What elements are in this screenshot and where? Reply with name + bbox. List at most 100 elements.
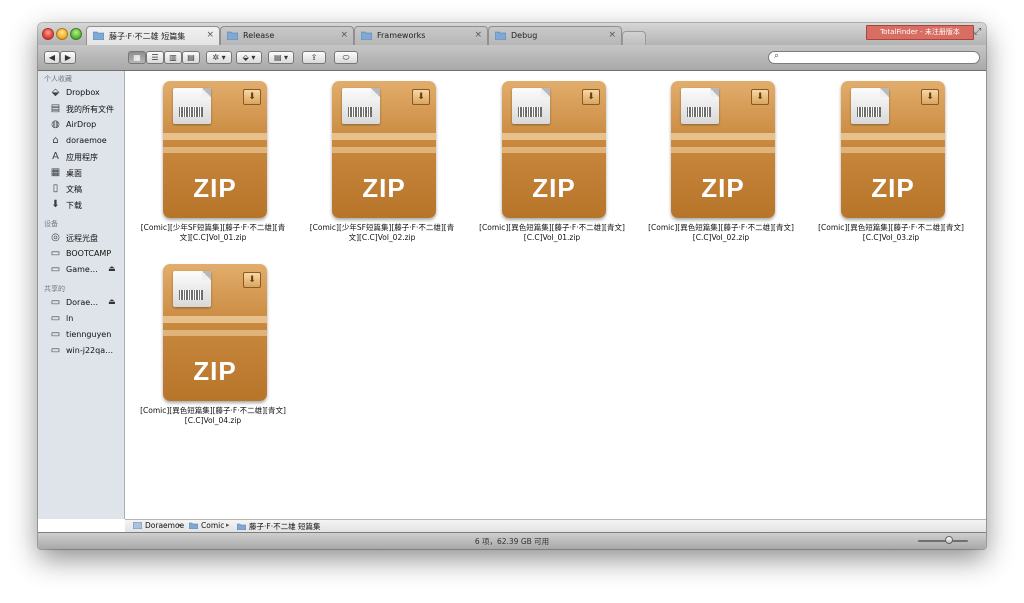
forward-button[interactable]: ▶ [60, 51, 76, 64]
tab-release[interactable]: Release × [220, 26, 354, 45]
icon-size-slider-knob[interactable] [945, 536, 953, 544]
file-item[interactable]: ⬇ ZIP [Comic][少年SF短篇集][藤子·F·不二雄][青 文][C.C… [297, 71, 467, 242]
download-icon: ⬇ [751, 89, 769, 105]
download-icon: ⬇ [412, 89, 430, 105]
sidebar: 个人收藏 ⬙ Dropbox ▤ 我的所有文件 ◍ AirDrop ⌂ dora… [38, 71, 125, 519]
zip-label: ZIP [532, 173, 576, 203]
computer-icon: ▭ [50, 329, 61, 340]
back-button[interactable]: ◀ [44, 51, 60, 64]
path-item-comic[interactable]: Comic [189, 521, 224, 530]
sidebar-item-desktop[interactable]: ▦ 桌面 [38, 166, 124, 181]
zip-label: ZIP [701, 173, 745, 203]
sidebar-item-tiennguyen[interactable]: ▭ tiennguyen [38, 328, 124, 343]
zip-file-icon: ⬇ ZIP [841, 81, 945, 218]
sidebar-header-shared: 共享的 [44, 285, 65, 293]
zoom-window-button[interactable] [70, 28, 82, 40]
search-input[interactable] [785, 52, 975, 63]
tags-button[interactable]: ⬭ [334, 51, 358, 64]
path-item-home[interactable]: Doraemoe [133, 521, 184, 530]
file-grid: ⬇ ZIP [Comic][少年SF短篇集][藤子·F·不二雄][青 文][C.C… [125, 71, 986, 519]
icon-view-icon[interactable]: ▦ [128, 51, 146, 64]
sidebar-item-ln[interactable]: ▭ ln [38, 312, 124, 327]
eject-icon[interactable]: ⏏ [108, 264, 116, 273]
sidebar-item-airdrop[interactable]: ◍ AirDrop [38, 118, 124, 133]
home-icon [133, 522, 142, 529]
tab-debug[interactable]: Debug × [488, 26, 622, 45]
applications-icon: A [52, 151, 59, 162]
all-files-icon: ▤ [50, 103, 61, 114]
file-name: [Comic][異色短篇集][藤子·F·不二雄][青文] [C.C]Vol_04.… [140, 406, 286, 425]
zip-file-icon: ⬇ ZIP [332, 81, 436, 218]
tab-comic-folder[interactable]: 藤子·F·不二雄 短篇集 × [86, 26, 220, 45]
sidebar-item-bootcamp[interactable]: ▭ BOOTCAMP [38, 247, 124, 262]
tab-label: 藤子·F·不二雄 短篇集 [109, 32, 186, 41]
minimize-window-button[interactable] [56, 28, 68, 40]
file-item[interactable]: ⬇ ZIP [Comic][少年SF短篇集][藤子·F·不二雄][青 文][C.C… [128, 71, 298, 242]
download-icon: ⬇ [243, 89, 261, 105]
folder-icon [361, 31, 372, 40]
eject-icon[interactable]: ⏏ [108, 297, 116, 306]
totalfinder-badge[interactable]: TotalFinder - 未注册版本 [866, 25, 974, 40]
coverflow-view-icon[interactable]: ▤ [182, 51, 200, 64]
finder-window: 藤子·F·不二雄 短篇集 × Release × Frameworks × De… [38, 23, 986, 549]
tab-frameworks[interactable]: Frameworks × [354, 26, 488, 45]
tab-label: Frameworks [377, 31, 426, 40]
file-item[interactable]: ⬇ ZIP [Comic][異色短篇集][藤子·F·不二雄][青文] [C.C]V… [806, 71, 976, 242]
icon-size-slider[interactable] [918, 540, 968, 542]
sidebar-header-favorites: 个人收藏 [44, 75, 72, 83]
close-tab-icon[interactable]: × [206, 30, 214, 40]
search-field[interactable]: ⌕ [768, 51, 980, 64]
path-separator-icon: ▸ [178, 521, 182, 529]
list-view-icon[interactable]: ☰ [146, 51, 164, 64]
computer-icon: ▭ [50, 297, 61, 308]
download-icon: ⬇ [582, 89, 600, 105]
file-item[interactable]: ⬇ ZIP [Comic][異色短篇集][藤子·F·不二雄][青文] [C.C]V… [636, 71, 806, 242]
arrange-menu-button[interactable]: ▤ ▾ [268, 51, 294, 64]
zip-file-icon: ⬇ ZIP [502, 81, 606, 218]
sidebar-item-win-j22qa[interactable]: ▭ win-j22qa… [38, 344, 124, 359]
toolbar: ◀ ▶ ▦ ☰ ▥ ▤ ✲ ▾ ⬙ ▾ ▤ ▾ ⇪ ⬭ ⌕ [38, 45, 986, 71]
path-item-current-folder[interactable]: 藤子·F·不二雄 短篇集 [237, 521, 320, 532]
folder-icon [495, 31, 506, 40]
file-name: [Comic][少年SF短篇集][藤子·F·不二雄][青 文][C.C]Vol_0… [140, 223, 286, 242]
close-tab-icon[interactable]: × [474, 30, 482, 40]
tab-label: Release [243, 31, 275, 40]
home-icon: ⌂ [52, 135, 59, 146]
drive-icon: ▭ [50, 264, 61, 275]
sidebar-item-downloads[interactable]: ⬇ 下载 [38, 198, 124, 213]
fullscreen-icon[interactable]: ⤢ [974, 27, 981, 37]
share-button[interactable]: ⇪ [302, 51, 326, 64]
airdrop-icon: ◍ [51, 119, 60, 130]
file-item[interactable]: ⬇ ZIP [Comic][異色短篇集][藤子·F·不二雄][青文] [C.C]V… [128, 254, 298, 425]
sidebar-item-all-files[interactable]: ▤ 我的所有文件 [38, 102, 124, 117]
file-item[interactable]: ⬇ ZIP [Comic][異色短篇集][藤子·F·不二雄][青文] [C.C]V… [467, 71, 637, 242]
sidebar-item-remote-disc[interactable]: ◎ 远程光盘 [38, 231, 124, 246]
zip-label: ZIP [362, 173, 406, 203]
close-window-button[interactable] [42, 28, 54, 40]
search-icon: ⌕ [774, 51, 780, 61]
folder-icon [227, 31, 238, 40]
new-tab-button[interactable] [622, 31, 646, 46]
sidebar-item-home[interactable]: ⌂ doraemoe [38, 134, 124, 149]
sidebar-item-documents[interactable]: ▯ 文稿 [38, 182, 124, 197]
zip-label: ZIP [871, 173, 915, 203]
close-tab-icon[interactable]: × [608, 30, 616, 40]
zip-file-icon: ⬇ ZIP [163, 81, 267, 218]
desktop-icon: ▦ [50, 167, 61, 178]
file-name: [Comic][異色短篇集][藤子·F·不二雄][青文] [C.C]Vol_03.… [818, 223, 964, 242]
action-menu-button[interactable]: ✲ ▾ [206, 51, 232, 64]
remote-disc-icon: ◎ [51, 232, 60, 243]
sidebar-item-applications[interactable]: A 应用程序 [38, 150, 124, 165]
tab-bar: 藤子·F·不二雄 短篇集 × Release × Frameworks × De… [38, 23, 986, 46]
sidebar-item-dorae[interactable]: ▭ Dorae… ⏏ [38, 296, 124, 311]
dropbox-menu-button[interactable]: ⬙ ▾ [236, 51, 262, 64]
download-icon: ⬇ [243, 272, 261, 288]
sidebar-item-dropbox[interactable]: ⬙ Dropbox [38, 86, 124, 101]
download-icon: ⬇ [921, 89, 939, 105]
path-separator-icon: ▸ [226, 521, 230, 529]
dropbox-icon: ⬙ [51, 87, 60, 98]
zip-label: ZIP [193, 173, 237, 203]
sidebar-item-game[interactable]: ▭ Game… ⏏ [38, 263, 124, 278]
column-view-icon[interactable]: ▥ [164, 51, 182, 64]
close-tab-icon[interactable]: × [340, 30, 348, 40]
